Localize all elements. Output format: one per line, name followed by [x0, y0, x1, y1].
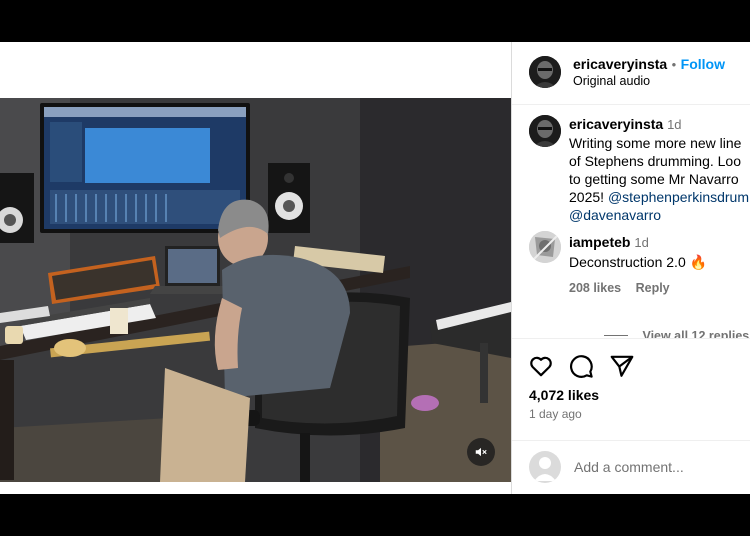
default-avatar-icon	[534, 457, 556, 481]
commenter-username[interactable]: iampeteb	[569, 234, 630, 250]
like-button[interactable]	[528, 353, 554, 384]
mute-button[interactable]	[467, 438, 495, 466]
comment-bubble-icon	[570, 355, 593, 378]
comment-text: Deconstruction 2.0 🔥	[569, 254, 708, 270]
speaker-muted-icon	[475, 447, 487, 457]
comment-reply-button[interactable]: Reply	[636, 281, 670, 295]
avatar-image	[529, 115, 561, 147]
caption-time: 1d	[667, 117, 682, 132]
post-modal: ericaveryinsta • Follow Original audio e…	[0, 42, 750, 494]
post-actions: 4,072 likes 1 day ago	[512, 338, 750, 441]
comment-button[interactable]	[568, 353, 594, 384]
add-comment-bar: Add a comment...	[512, 440, 750, 494]
avatar-image	[529, 231, 561, 263]
caption-line-3: to getting some Mr Navarro	[569, 171, 739, 187]
media-pane	[0, 42, 511, 494]
heart-icon	[530, 356, 552, 377]
mention-stephenperkins[interactable]: @stephenperkinsdrum	[608, 189, 749, 205]
replies-divider	[604, 335, 628, 337]
post-header: ericaveryinsta • Follow Original audio	[512, 42, 750, 105]
share-button[interactable]	[609, 353, 635, 384]
audio-label[interactable]: Original audio	[573, 74, 650, 88]
post-timestamp: 1 day ago	[529, 407, 582, 421]
view-replies-label[interactable]: View all 12 replies	[642, 329, 749, 338]
caption-line-1: Writing some more new line	[569, 135, 742, 151]
comment-likes[interactable]: 208 likes	[569, 281, 621, 295]
caption: ericaveryinsta 1d Writing some more new …	[569, 115, 749, 224]
caption-author[interactable]: ericaveryinsta	[569, 116, 663, 132]
caption-line-4: 2025!	[569, 189, 605, 205]
caption-line-2: of Stephens drumming. Loo	[569, 153, 741, 169]
post-sidebar: ericaveryinsta • Follow Original audio e…	[511, 42, 750, 494]
current-user-avatar	[529, 451, 561, 483]
post-video[interactable]	[0, 98, 511, 482]
header-title-row: ericaveryinsta • Follow	[573, 56, 725, 74]
avatar-image	[529, 56, 561, 88]
comment-input[interactable]: Add a comment...	[574, 459, 684, 475]
author-username[interactable]: ericaveryinsta	[573, 56, 667, 72]
commenter-avatar[interactable]	[529, 231, 561, 263]
view-replies[interactable]: View all 12 replies	[604, 327, 749, 338]
comment-time: 1d	[634, 235, 649, 250]
studio-scene	[0, 98, 511, 482]
mention-davenavarro[interactable]: @davenavarro	[569, 207, 661, 223]
separator-dot: •	[671, 57, 677, 72]
comment-item: iampeteb 1d Deconstruction 2.0 🔥 208 lik…	[569, 233, 707, 297]
paper-plane-icon	[610, 355, 634, 377]
likes-count[interactable]: 4,072 likes	[529, 387, 599, 403]
author-avatar[interactable]	[529, 56, 561, 88]
caption-author-avatar[interactable]	[529, 115, 561, 147]
comments-list[interactable]: ericaveryinsta 1d Writing some more new …	[512, 105, 750, 338]
follow-button[interactable]: Follow	[681, 56, 725, 72]
